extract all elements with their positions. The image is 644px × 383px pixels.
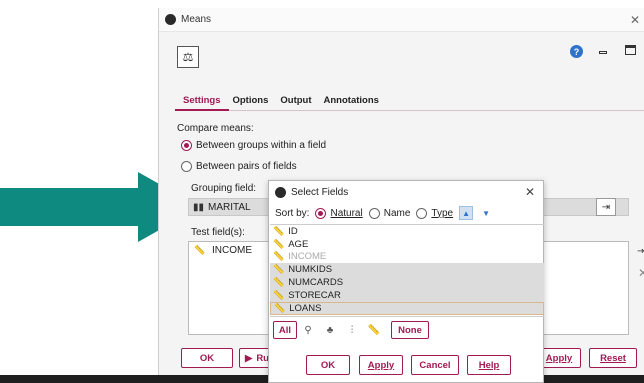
field-name: NUMCARDS [288,277,344,289]
dialog-help-button[interactable]: Help [467,355,511,375]
field-name: ID [288,225,298,237]
field-list[interactable]: 📏 ID 📏 AGE 📏 INCOME 📏 NUMKIDS 📏 NUMCARDS… [270,224,544,317]
radio-between-groups[interactable]: Between groups within a field [181,140,326,151]
dialog-apply-label: Apply [367,359,395,371]
continuous-field-icon: 📏 [273,289,285,300]
continuous-field-icon: 📏 [194,245,206,255]
select-fields-dialog: Select Fields ✕ Sort by: Natural Name Ty… [268,180,544,383]
radio-unselected-icon [181,161,192,172]
close-icon[interactable]: ✕ [525,185,535,199]
list-item[interactable]: 📏 NUMCARDS [270,276,544,289]
select-none-button[interactable]: None [391,321,429,339]
tab-annotations[interactable]: Annotations [324,95,379,106]
compare-means-label: Compare means: [177,123,254,134]
pick-test-fields-icon[interactable]: ⇥ [637,246,644,257]
sort-by-label: Sort by: [275,207,310,219]
active-tab-indicator [175,109,229,111]
dialog-cancel-button[interactable]: Cancel [411,355,459,375]
radio-unselected-icon [416,207,428,219]
maximize-icon[interactable] [625,45,636,55]
test-field-name: INCOME [212,245,252,256]
continuous-field-icon: 📏 [273,251,285,262]
list-item[interactable]: 📏 ID [270,225,544,238]
radio-between-pairs[interactable]: Between pairs of fields [181,161,297,172]
reset-button-label: Reset [600,352,626,364]
tab-settings[interactable]: Settings [183,95,220,106]
type-filter-row: All ⚲ ♣ ⫶ 📏 None [273,321,429,339]
sort-descending-icon[interactable]: ▼ [479,206,493,220]
sort-name-radio[interactable]: Name [368,207,411,219]
list-item[interactable]: 📏 AGE [270,238,544,251]
tab-options[interactable]: Options [232,95,268,106]
continuous-field-icon: 📏 [273,264,285,275]
list-item[interactable]: 📏 LOANS [270,301,544,315]
dialog-apply-button[interactable]: Apply [359,355,403,375]
sort-ascending-icon[interactable]: ▲ [459,206,474,220]
sort-options: Sort by: Natural Name Type ▲ ▼ [275,206,493,220]
radio-unselected-icon [368,207,380,219]
dialog-help-label: Help [478,359,500,371]
app-icon [165,14,176,25]
flag-filter-icon[interactable]: ⚲ [297,325,319,336]
reset-button[interactable]: Reset [589,348,637,368]
field-name: NUMKIDS [288,264,333,276]
help-icon[interactable]: ? [570,45,583,58]
window-title: Means [181,14,212,25]
select-all-label: All [278,324,292,336]
select-all-button[interactable]: All [273,321,297,339]
continuous-filter-icon[interactable]: 📏 [363,325,385,336]
tab-bar: Settings Options Output Annotations [183,95,379,106]
remove-field-icon[interactable]: ✕ [638,266,644,280]
field-name: INCOME [288,251,327,263]
list-item: 📏 INCOME [270,251,544,264]
sort-natural-label: Natural [330,207,363,219]
sort-type-radio[interactable]: Type [416,207,454,219]
close-icon[interactable]: ✕ [630,13,640,27]
test-fields-label: Test field(s): [191,227,245,238]
select-none-label: None [398,324,422,336]
field-name: AGE [288,238,309,250]
nominal-field-icon: ▮▮ [193,201,205,213]
pick-grouping-field-button[interactable]: ⇥ [596,198,616,216]
nominal-filter-icon[interactable]: ♣ [319,325,341,336]
grouping-field-label: Grouping field: [191,183,257,194]
ordinal-filter-icon[interactable]: ⫶ [341,325,363,336]
continuous-field-icon: 📏 [273,238,285,249]
tab-output[interactable]: Output [280,95,311,106]
dialog-ok-button[interactable]: OK [306,355,350,375]
apply-button-label: Apply [545,352,573,364]
sort-name-label: Name [383,207,411,219]
tab-divider [175,110,644,111]
field-name: STORECAR [288,289,341,301]
radio-selected-icon [315,207,327,219]
ok-button[interactable]: OK [181,348,233,368]
dialog-ok-label: OK [320,359,336,371]
continuous-field-icon: 📏 [273,225,285,236]
means-node-icon: ⚖ [177,46,199,68]
list-item[interactable]: 📏 STORECAR [270,288,544,302]
list-item[interactable]: 📏 NUMKIDS [270,263,544,277]
dialog-title: Select Fields [291,186,349,198]
grouping-field-value: MARITAL [208,201,251,213]
radio-between-pairs-label: Between pairs of fields [196,161,297,172]
continuous-field-icon: 📏 [273,277,285,288]
continuous-field-icon: 📏 [274,302,286,313]
field-name: LOANS [289,302,322,314]
minimize-icon[interactable] [599,51,607,54]
title-bar: Means [159,8,644,32]
radio-selected-icon [181,140,192,151]
app-icon [275,186,286,198]
dialog-cancel-label: Cancel [419,359,451,371]
radio-between-groups-label: Between groups within a field [196,140,327,151]
sort-natural-radio[interactable]: Natural [315,207,363,219]
dialog-title-bar: Select Fields [269,181,543,203]
sort-type-label: Type [431,207,454,219]
run-icon: ▶ [245,352,253,364]
ok-button-label: OK [199,352,215,364]
